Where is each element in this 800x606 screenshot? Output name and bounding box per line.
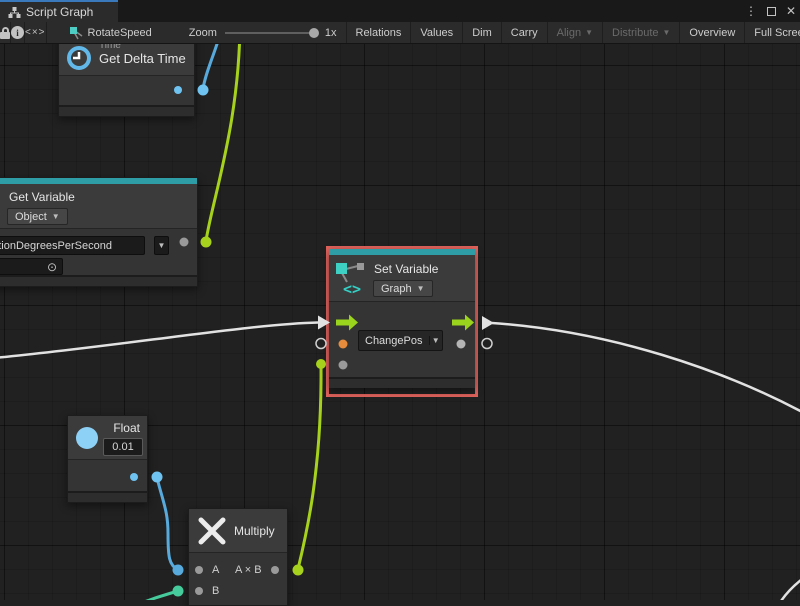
graph-breadcrumb[interactable]: RotateSpeed	[47, 22, 161, 43]
endpoint-multiply-a	[173, 565, 184, 576]
port-multiply-b[interactable]	[195, 587, 203, 595]
graph-tab-icon	[8, 6, 21, 19]
endpoint-float	[152, 472, 163, 483]
tab-bar: Script Graph ⋮ ✕	[0, 0, 800, 22]
zoom-label: Zoom	[189, 27, 217, 39]
tab-script-graph[interactable]: Script Graph	[0, 0, 118, 22]
endpoint-deltatime	[198, 85, 209, 96]
control-output-arrow-icon[interactable]	[452, 315, 474, 331]
menu-kebab-icon[interactable]: ⋮	[745, 5, 757, 17]
info-button[interactable]: i	[11, 22, 25, 43]
port-getvariable-output[interactable]	[180, 238, 189, 247]
endpoint-setvariable-value	[316, 359, 326, 369]
graph-toolbar: i <×> RotateSpeed Zoom 1x Relations Valu…	[0, 22, 800, 44]
endpoint-multiply-result	[293, 565, 304, 576]
relations-button[interactable]: Relations	[346, 22, 412, 43]
lock-icon	[0, 27, 10, 39]
port-setvariable-name[interactable]	[339, 340, 348, 349]
chevron-down-icon: ▼	[663, 28, 671, 37]
port-float-output[interactable]	[130, 473, 138, 481]
fullscreen-button[interactable]: Full Screen	[745, 22, 800, 43]
control-out-connector[interactable]	[482, 316, 494, 330]
lock-button[interactable]	[0, 22, 11, 43]
port-deltatime-output[interactable]	[174, 86, 182, 94]
carry-button[interactable]: Carry	[502, 22, 548, 43]
tab-title: Script Graph	[26, 5, 93, 19]
align-button: Align ▼	[548, 22, 603, 43]
port-multiply-a[interactable]	[195, 566, 203, 574]
chevron-down-icon: ▼	[585, 28, 593, 37]
overview-button[interactable]: Overview	[680, 22, 745, 43]
port-layer	[0, 0, 800, 600]
unconnected-port-ring-left[interactable]	[316, 339, 326, 349]
maximize-icon[interactable]	[767, 7, 776, 16]
script-machine-icon	[69, 26, 83, 40]
port-setvariable-output[interactable]	[457, 340, 466, 349]
distribute-button: Distribute ▼	[603, 22, 680, 43]
control-input-arrow-icon[interactable]	[336, 315, 358, 331]
graph-name: RotateSpeed	[88, 27, 152, 39]
values-button[interactable]: Values	[411, 22, 463, 43]
code-view-button[interactable]: <×>	[25, 22, 47, 43]
endpoint-getvariable	[201, 237, 212, 248]
port-multiply-result[interactable]	[271, 566, 279, 574]
close-icon[interactable]: ✕	[786, 5, 796, 17]
port-setvariable-value[interactable]	[339, 361, 348, 370]
zoom-slider[interactable]	[225, 32, 317, 34]
zoom-control: Zoom 1x	[161, 22, 346, 43]
zoom-value: 1x	[325, 27, 337, 39]
code-icon: <×>	[25, 27, 46, 38]
unconnected-port-ring-right[interactable]	[482, 339, 492, 349]
endpoint-multiply-b	[173, 586, 184, 597]
dim-button[interactable]: Dim	[463, 22, 502, 43]
info-icon: i	[11, 26, 24, 39]
zoom-slider-handle[interactable]	[309, 28, 319, 38]
control-in-connector[interactable]	[318, 316, 330, 330]
